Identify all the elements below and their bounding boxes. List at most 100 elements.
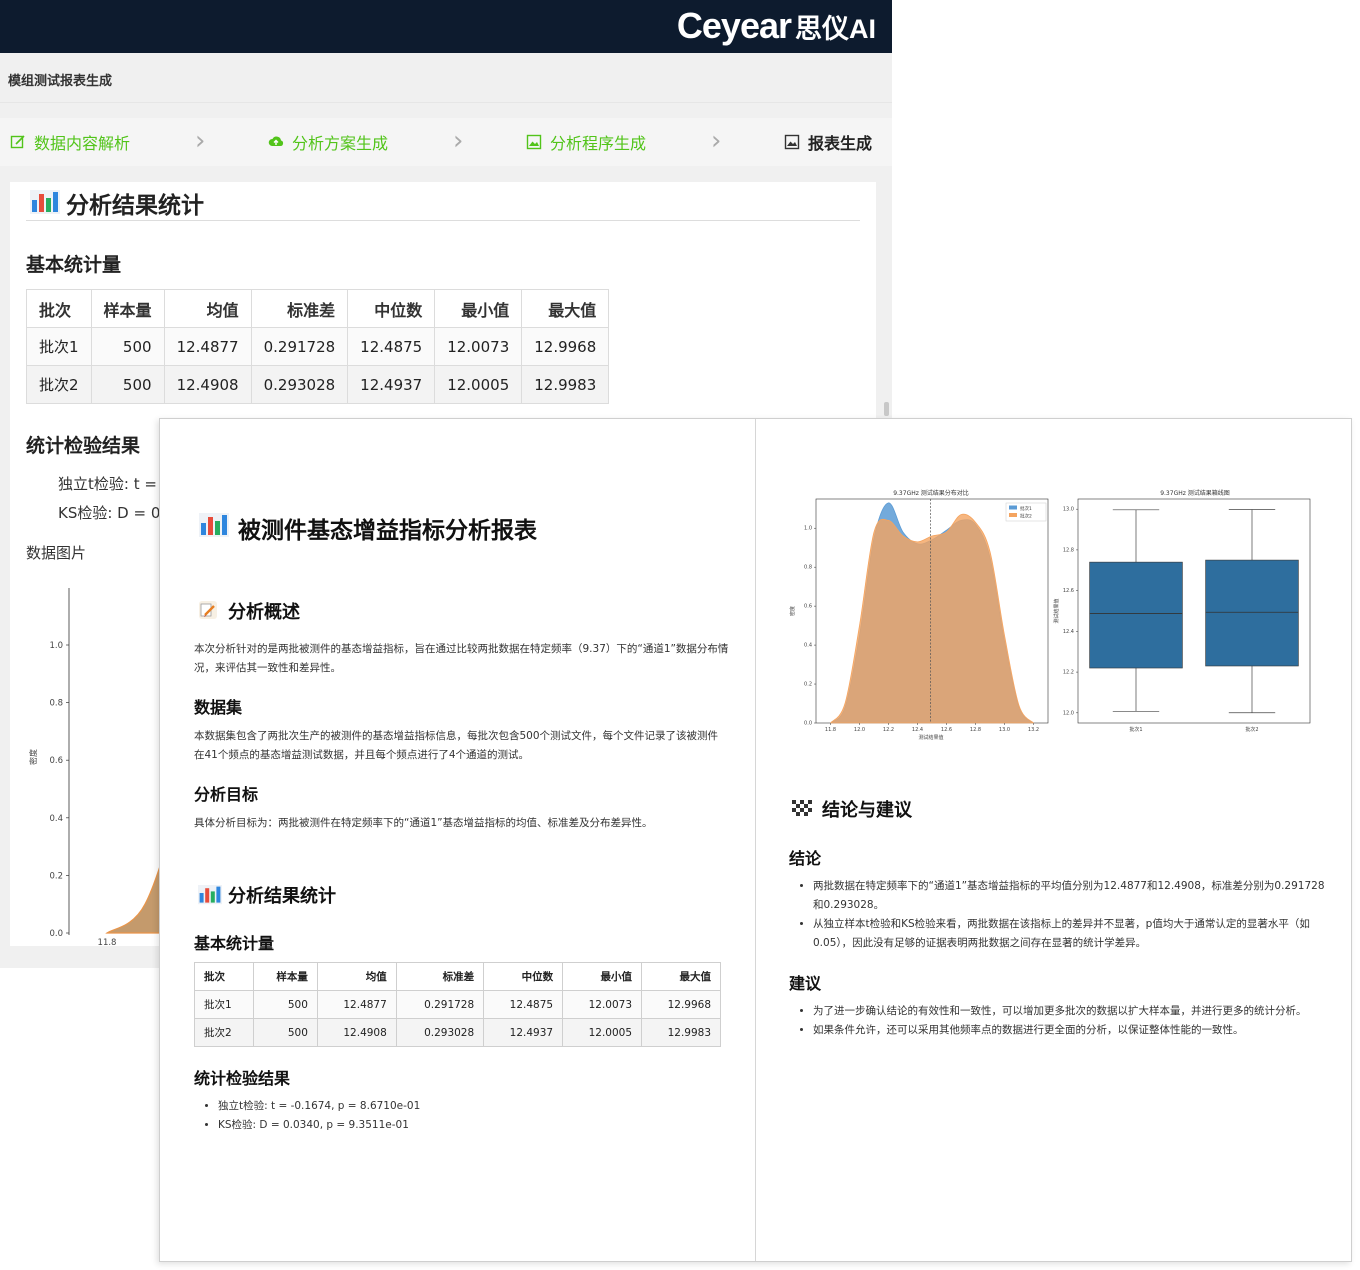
bar-chart-icon	[199, 513, 229, 537]
suggestion-list: 为了进一步确认结论的有效性和一致性，可以增加更多批次的数据以扩大样本量，并进行更…	[795, 1002, 1333, 1040]
table-cell: 批次1	[26, 327, 92, 366]
y-tick-label: 12.8	[1063, 547, 1074, 553]
report-document: 被测件基态增益指标分析报表 分析概述 本次分析针对的是两批被测件的基态增益指标，…	[159, 418, 1352, 1262]
y-tick-label: 1.0	[804, 526, 812, 532]
table-cell: 12.9983	[521, 365, 610, 404]
density-chart: 9.37GHz 测试结果分布对比 0.0 0.2 0.4 0.6 0.8 1.0 11.8…	[789, 489, 1049, 741]
basic-stats-heading: 基本统计量	[194, 934, 275, 953]
stats-table: 批次 样本量 均值 标准差 中位数 最小值 最大值 批次1 500 12.487…	[26, 289, 610, 404]
x-tick-label: 12.4	[912, 727, 923, 733]
y-axis-label: 测试结果值	[1053, 598, 1060, 623]
table-cell: 500	[90, 327, 165, 366]
brand-cn: 思仪AI	[795, 14, 876, 44]
x-tick-label: 12.6	[941, 727, 952, 733]
overview-heading: 分析概述	[228, 602, 300, 623]
chart-title: 9.37GHz 测试结果分布对比	[893, 489, 969, 497]
box-plot-chart: 9.37GHz 测试结果箱线图 12.0 12.2 12.4 12.6 12.8 13.0…	[1053, 489, 1311, 733]
y-tick-label: 0.6	[49, 756, 63, 766]
table-cell: 500	[253, 1018, 318, 1047]
table-cell: 12.0005	[562, 1018, 643, 1047]
report-stats-table: 批次 样本量 均值 标准差 中位数 最小值 最大值 批次1 500 12.487…	[193, 962, 721, 1047]
bar-chart-icon	[198, 885, 222, 905]
column-header: 中位数	[483, 962, 564, 991]
column-header: 均值	[163, 289, 252, 328]
table-cell: 12.9983	[641, 1018, 721, 1047]
table-cell: 12.4877	[163, 327, 252, 366]
chart-xticks: 11.812.0	[98, 938, 117, 948]
y-tick-label: 0.8	[804, 565, 812, 571]
y-tick-label: 0.2	[49, 871, 63, 881]
y-axis-label: 密度	[789, 606, 796, 616]
table-cell: 0.291728	[250, 327, 349, 366]
legend-label: 批次2	[1020, 513, 1032, 520]
table-row: 批次2 500 12.4908 0.293028 12.4937 12.0005…	[26, 365, 610, 404]
chart-ylabel: 密度	[28, 749, 38, 765]
data-image-label: 数据图片	[26, 544, 87, 562]
section-title: 分析结果统计	[66, 193, 204, 219]
y-ticks: 0.0 0.2 0.4 0.6 0.8 1.0	[804, 526, 816, 727]
table-cell: 12.9968	[641, 990, 721, 1019]
step-report-gen[interactable]: 报表生成	[784, 130, 872, 154]
x-ticks: 11.8 12.0 12.2 12.4 12.6 12.8 13.0 13.2	[825, 723, 1039, 733]
table-row: 批次2 500 12.4908 0.293028 12.4937 12.0005…	[193, 1018, 721, 1047]
brand-latin: Ceyear	[676, 5, 792, 46]
test-results-heading: 统计检验结果	[26, 435, 141, 457]
y-tick-label: 0.6	[804, 604, 812, 610]
chart-title: 9.37GHz 测试结果箱线图	[1160, 489, 1230, 497]
y-tick-label: 0.2	[804, 682, 812, 688]
y-tick-label: 12.0	[1063, 710, 1074, 716]
test-results-heading: 统计检验结果	[194, 1069, 291, 1088]
step-plan-gen[interactable]: 分析方案生成	[268, 130, 388, 154]
overview-text: 本次分析针对的是两批被测件的基态增益指标，旨在通过比较两批数据在特定频率（9.3…	[194, 643, 729, 674]
table-cell: 批次2	[26, 365, 92, 404]
list-item: 两批数据在特定频率下的“通道1”基态增益指标的平均值分别为12.4877和12.…	[813, 877, 1333, 915]
column-header: 样本量	[253, 962, 318, 991]
table-cell: 12.0073	[562, 990, 643, 1019]
y-tick-label: 0.0	[804, 721, 812, 727]
table-cell: 500	[253, 990, 318, 1019]
cloud-icon	[268, 136, 284, 146]
image-icon	[526, 134, 542, 150]
table-cell: 批次1	[193, 990, 255, 1019]
column-header: 最大值	[521, 289, 610, 328]
box-1	[1089, 561, 1183, 669]
memo-icon	[199, 601, 217, 619]
column-header: 最小值	[562, 962, 643, 991]
suggestion-heading: 建议	[789, 974, 822, 993]
column-header: 均值	[316, 962, 397, 991]
table-cell: 12.4875	[347, 327, 436, 366]
table-header-row: 批次 样本量 均值 标准差 中位数 最小值 最大值	[193, 962, 721, 991]
column-header: 标准差	[250, 289, 349, 328]
ks-line: KS检验: D = 0	[58, 504, 161, 522]
chart-yticks: 0.0 0.2 0.4 0.6 0.8 1.0	[49, 641, 69, 939]
column-header: 中位数	[347, 289, 436, 328]
table-cell: 12.0073	[434, 327, 523, 366]
list-item: 为了进一步确认结论的有效性和一致性，可以增加更多批次的数据以扩大样本量，并进行更…	[813, 1002, 1333, 1021]
dataset-heading: 数据集	[194, 698, 243, 717]
legend-swatch	[1009, 505, 1017, 510]
table-header-row: 批次 样本量 均值 标准差 中位数 最小值 最大值	[26, 289, 610, 328]
column-header: 标准差	[395, 962, 485, 991]
brand-logo: Ceyear 思仪AI	[677, 6, 876, 49]
report-charts: 9.37GHz 测试结果分布对比 0.0 0.2 0.4 0.6 0.8 1.0 11.8…	[789, 489, 1311, 741]
list-item: 从独立样本t检验和KS检验来看，两批数据在该指标上的差异并不显著，p值均大于通常…	[813, 915, 1333, 953]
table-cell: 12.4877	[316, 990, 397, 1019]
chevron-right-icon: ›	[195, 126, 206, 156]
goal-text: 具体分析目标为：两批被测件在特定频率下的“通道1”基态增益指标的均值、标准差及分…	[194, 817, 653, 829]
y-tick-label: 0.8	[49, 699, 63, 709]
dataset-text: 本数据集包含了两批次生产的被测件的基态增益指标信息，每批次包含500个测试文件，…	[194, 730, 719, 761]
x-tick-label: 12.8	[970, 727, 981, 733]
step-data-parse[interactable]: 数据内容解析	[10, 130, 130, 154]
table-row: 批次1 500 12.4877 0.291728 12.4875 12.0073…	[26, 327, 610, 366]
list-item: KS检验: D = 0.0340, p = 9.3511e-01	[218, 1116, 420, 1135]
chevron-right-icon: ›	[453, 126, 464, 156]
checkered-flag-icon	[792, 800, 812, 816]
x-tick-label: 12.2	[883, 727, 894, 733]
scrollbar-thumb[interactable]	[884, 402, 889, 416]
results-heading: 分析结果统计	[228, 886, 336, 907]
y-tick-label: 12.2	[1063, 670, 1074, 676]
step-program-gen[interactable]: 分析程序生成	[526, 130, 646, 154]
column-header: 批次	[26, 289, 92, 328]
table-cell: 0.293028	[395, 1018, 485, 1047]
column-header: 最大值	[641, 962, 721, 991]
